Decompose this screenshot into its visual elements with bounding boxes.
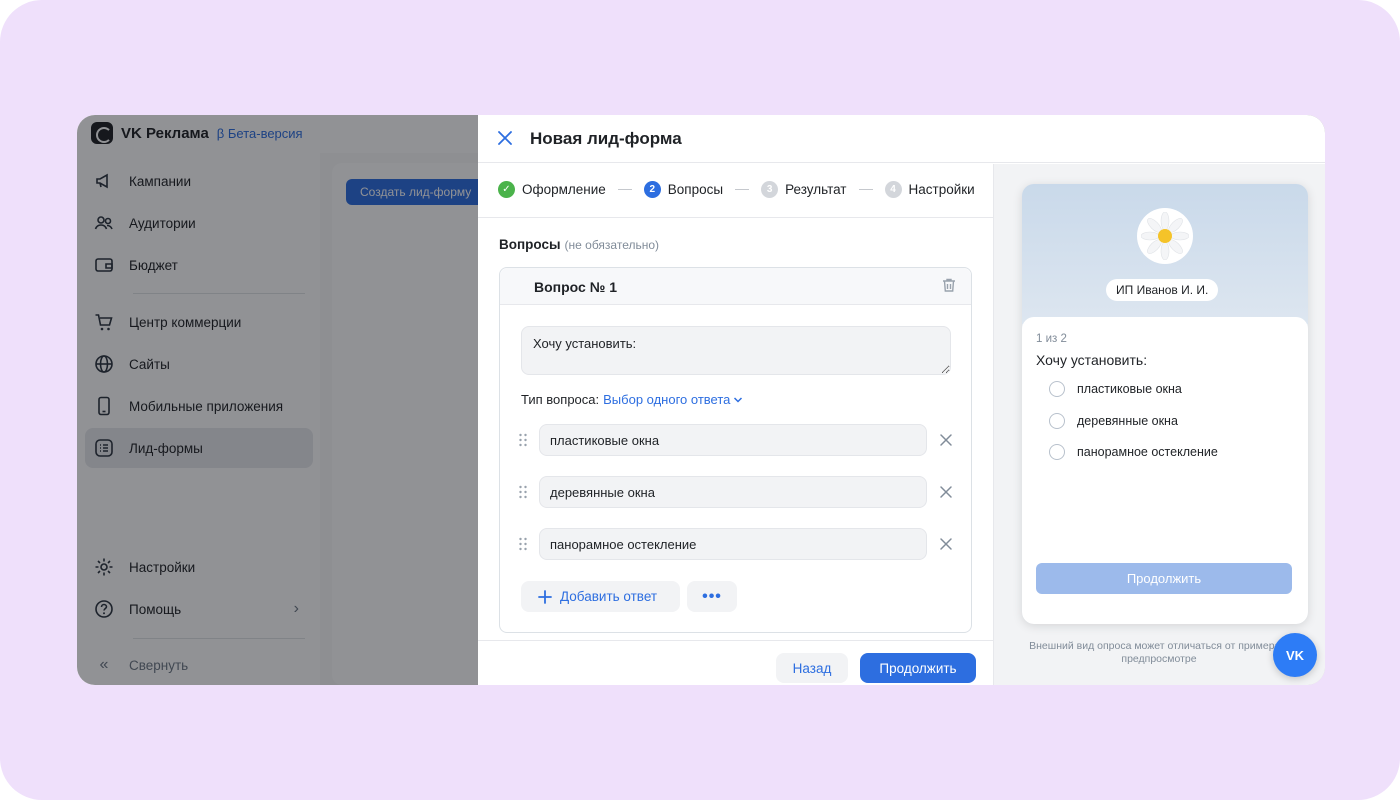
remove-answer-icon[interactable] [938, 536, 954, 552]
app-window: VK Реклама β Бета-версия Кампании Аудито… [77, 115, 1325, 685]
vk-help-button[interactable]: VK [1273, 633, 1317, 677]
step-label: Результат [785, 182, 847, 197]
modal-header: Новая лид-форма [478, 115, 1325, 163]
form-editor: ✓ Оформление 2 Вопросы 3 Результат 4 Нас… [478, 164, 993, 685]
step-label: Настройки [908, 182, 975, 197]
page-frame: VK Реклама β Бета-версия Кампании Аудито… [0, 0, 1400, 800]
modal-title: Новая лид-форма [530, 129, 682, 148]
form-preview: ИП Иванов И. И. 1 из 2 Хочу установить: … [1022, 184, 1308, 624]
lead-form-modal: Новая лид-форма ✓ Оформление 2 Вопросы 3… [478, 115, 1325, 685]
trash-icon [943, 278, 955, 292]
answer-input[interactable] [539, 476, 927, 508]
check-icon: ✓ [498, 181, 515, 198]
preview-note: Внешний вид опроса может отличаться от п… [1029, 640, 1289, 665]
preview-option[interactable]: пластиковые окна [1049, 381, 1182, 397]
preview-pane: ИП Иванов И. И. 1 из 2 Хочу установить: … [993, 164, 1325, 685]
question-counter: 1 из 2 [1036, 333, 1067, 345]
preview-cover: ИП Иванов И. И. [1022, 184, 1308, 324]
section-note: (не обязательно) [564, 238, 660, 252]
step-settings[interactable]: 4 Настройки [884, 181, 975, 198]
close-button[interactable] [494, 127, 516, 149]
section-title: Вопросы (не обязательно) [499, 237, 659, 252]
step-result[interactable]: 3 Результат [761, 181, 847, 198]
answer-input[interactable] [539, 424, 927, 456]
plus-icon [538, 589, 552, 604]
remove-answer-icon[interactable] [938, 432, 954, 448]
question-text-input[interactable]: Хочу установить: [521, 326, 951, 375]
step-separator [617, 189, 632, 190]
preview-continue-button[interactable]: Продолжить [1036, 563, 1292, 594]
preview-option[interactable]: панорамное остекление [1049, 444, 1218, 460]
remove-answer-icon[interactable] [938, 484, 954, 500]
step-label: Вопросы [667, 182, 724, 197]
question-title: Вопрос № 1 [534, 279, 617, 295]
answer-row [518, 528, 958, 560]
delete-question-button[interactable] [941, 277, 959, 295]
answer-input[interactable] [539, 528, 927, 560]
stepper-divider [478, 217, 993, 218]
question-type-value: Выбор одного ответа [603, 392, 731, 407]
preview-card: 1 из 2 Хочу установить: пластиковые окна… [1022, 317, 1308, 624]
close-icon [498, 131, 512, 145]
add-answer-button[interactable]: Добавить ответ [521, 581, 680, 612]
chevron-down-icon [734, 396, 743, 403]
question-type: Тип вопроса: Выбор одного ответа [521, 392, 743, 407]
question-type-label: Тип вопроса: [521, 392, 600, 407]
answer-row [518, 476, 958, 508]
drag-handle-icon[interactable] [518, 484, 528, 500]
question-card: Вопрос № 1 Хочу установить: Тип вопроса:… [499, 267, 972, 633]
radio-button[interactable] [1049, 444, 1065, 460]
more-options-button[interactable]: ••• [687, 581, 737, 612]
footer-divider [478, 640, 993, 641]
preview-question: Хочу установить: [1036, 352, 1148, 368]
preview-option[interactable]: деревянные окна [1049, 413, 1178, 429]
step-number: 2 [643, 181, 661, 198]
option-label: пластиковые окна [1077, 382, 1182, 396]
step-questions[interactable]: 2 Вопросы [643, 181, 724, 198]
organization-name: ИП Иванов И. И. [1106, 279, 1219, 301]
add-answer-label: Добавить ответ [560, 589, 658, 604]
continue-button[interactable]: Продолжить [860, 653, 976, 683]
drag-handle-icon[interactable] [518, 432, 528, 448]
answer-row [518, 424, 958, 456]
option-label: деревянные окна [1077, 414, 1178, 428]
stepper: ✓ Оформление 2 Вопросы 3 Результат 4 Нас… [498, 181, 975, 198]
option-label: панорамное остекление [1077, 445, 1218, 459]
question-card-header: Вопрос № 1 [500, 268, 971, 305]
radio-button[interactable] [1049, 413, 1065, 429]
step-label: Оформление [522, 182, 606, 197]
back-button[interactable]: Назад [776, 653, 848, 683]
step-number: 3 [761, 181, 779, 198]
step-number: 4 [884, 181, 902, 198]
section-title-text: Вопросы [499, 237, 561, 252]
step-separator [735, 189, 750, 190]
daisy-icon [1141, 212, 1189, 260]
avatar [1137, 208, 1193, 264]
radio-button[interactable] [1049, 381, 1065, 397]
step-design[interactable]: ✓ Оформление [498, 181, 606, 198]
question-type-select[interactable]: Выбор одного ответа [603, 392, 743, 407]
step-separator [858, 189, 873, 190]
drag-handle-icon[interactable] [518, 536, 528, 552]
